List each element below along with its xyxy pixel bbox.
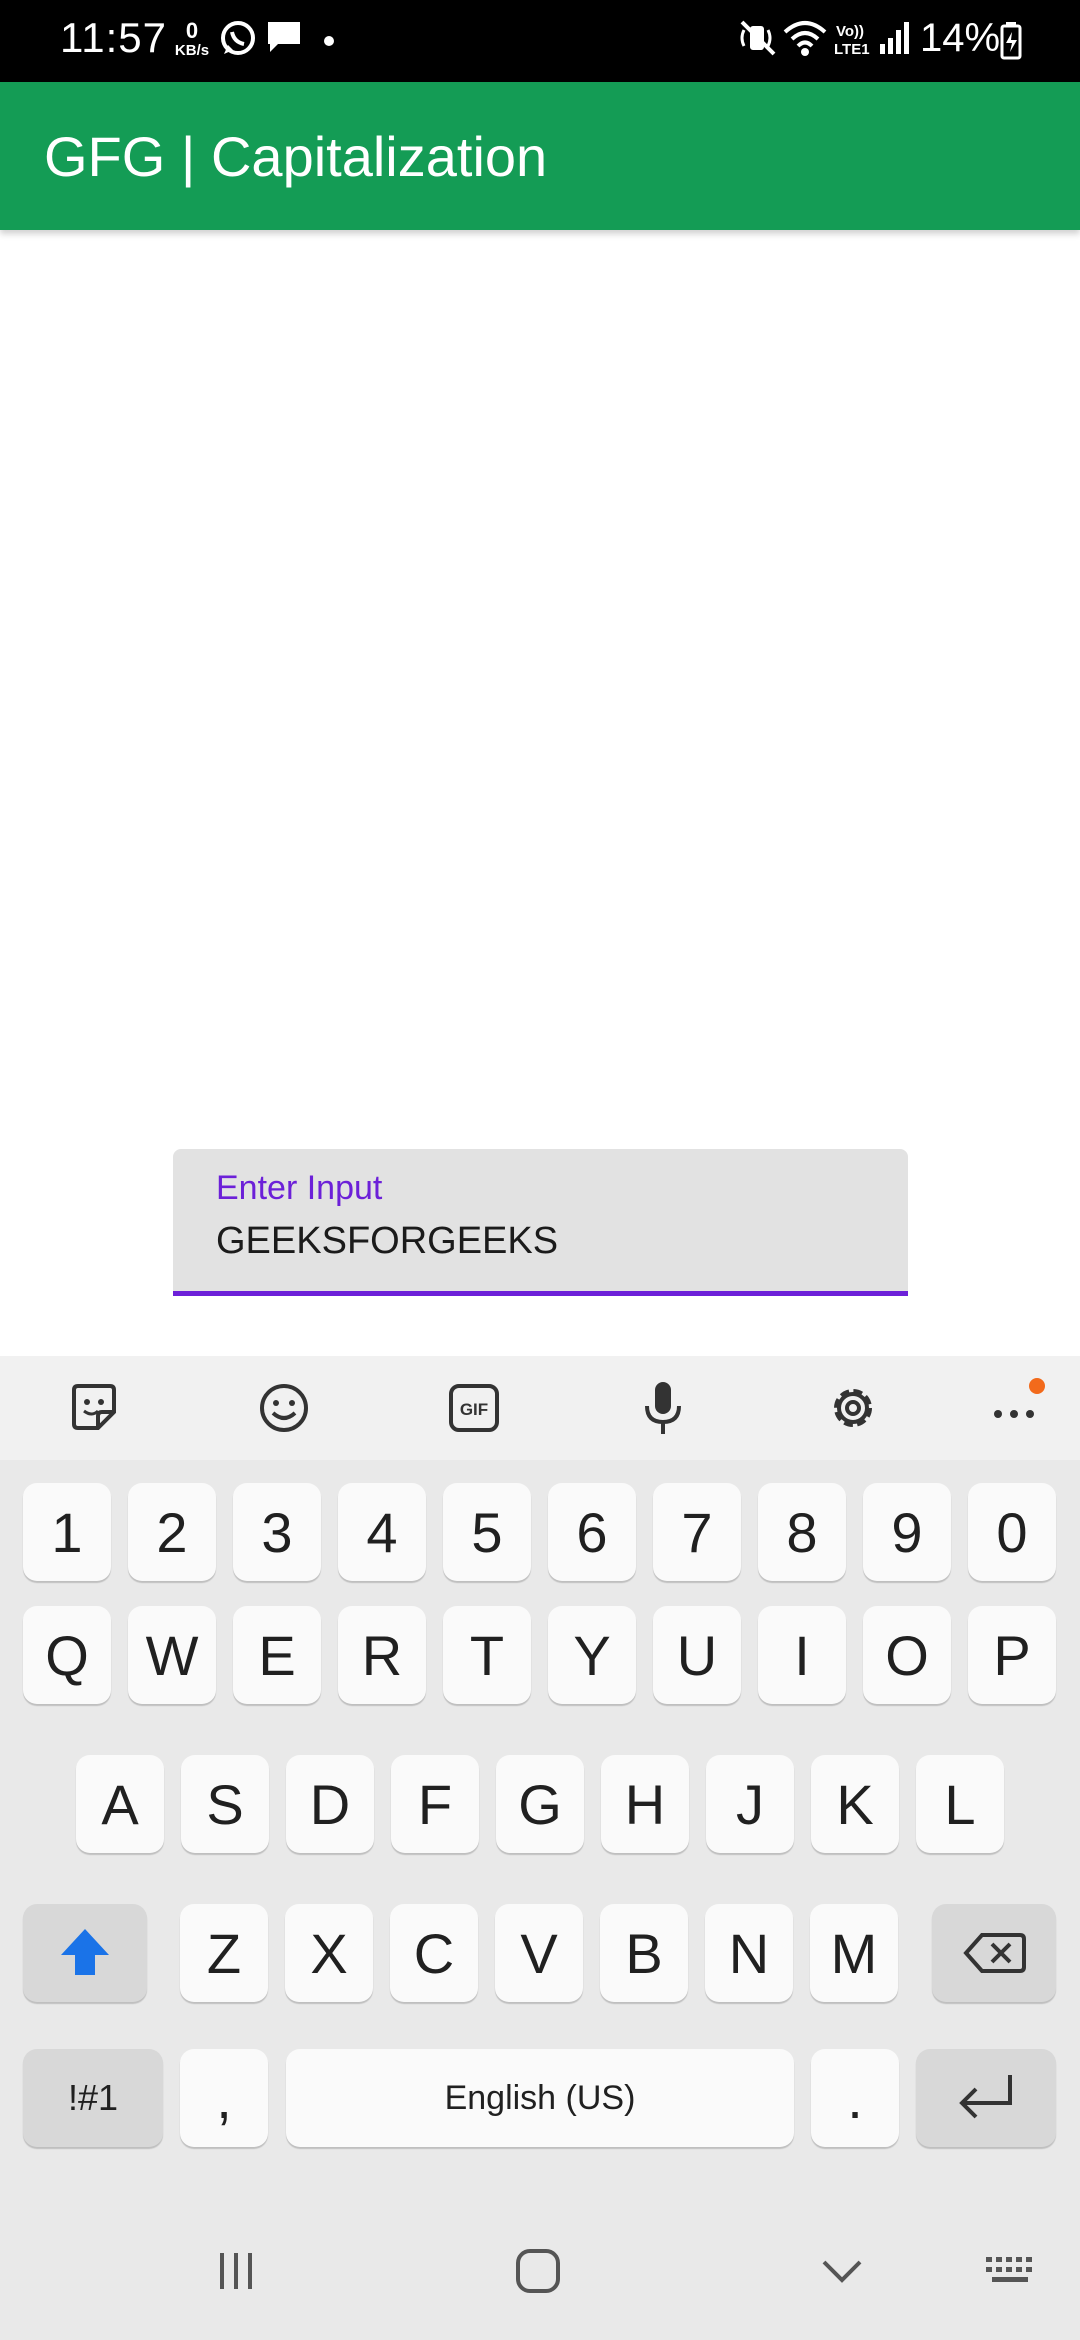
net-speed-unit: KB/s: [174, 42, 210, 59]
row1-key-p[interactable]: P: [968, 1606, 1056, 1704]
symbols-key[interactable]: !#1: [23, 2049, 163, 2147]
space-key[interactable]: English (US): [286, 2049, 794, 2147]
app-title: GFG | Capitalization: [44, 125, 548, 188]
home-icon[interactable]: [498, 2236, 578, 2306]
row2-key-j[interactable]: J: [706, 1755, 794, 1853]
input-value[interactable]: GEEKSFORGEEKS: [216, 1220, 558, 1263]
row2-key-d[interactable]: D: [286, 1755, 374, 1853]
signal-icon: [878, 18, 912, 63]
row3-key-b[interactable]: B: [600, 1904, 688, 2002]
row1-key-q[interactable]: Q: [23, 1606, 111, 1704]
shift-key[interactable]: [23, 1904, 147, 2002]
row1-key-t[interactable]: T: [443, 1606, 531, 1704]
number_row-key-8[interactable]: 8: [758, 1483, 846, 1581]
battery-percent: 14%: [920, 16, 1001, 60]
back-icon[interactable]: [802, 2236, 882, 2306]
row2-key-g[interactable]: G: [496, 1755, 584, 1853]
svg-text:LTE1: LTE1: [834, 41, 870, 58]
settings-icon[interactable]: [825, 1380, 881, 1436]
recents-icon[interactable]: [196, 2236, 276, 2306]
row2-key-k[interactable]: K: [811, 1755, 899, 1853]
row2-key-h[interactable]: H: [601, 1755, 689, 1853]
row2-key-l[interactable]: L: [916, 1755, 1004, 1853]
number_row-key-7[interactable]: 7: [653, 1483, 741, 1581]
status-time: 11:57: [60, 14, 167, 61]
mic-icon[interactable]: [635, 1380, 691, 1436]
row1-key-e[interactable]: E: [233, 1606, 321, 1704]
row3-key-x[interactable]: X: [285, 1904, 373, 2002]
comma-key[interactable]: ,: [180, 2049, 268, 2147]
period-key[interactable]: .: [811, 2049, 899, 2147]
row2-key-s[interactable]: S: [181, 1755, 269, 1853]
number_row-key-1[interactable]: 1: [23, 1483, 111, 1581]
row1-key-i[interactable]: I: [758, 1606, 846, 1704]
number_row-key-4[interactable]: 4: [338, 1483, 426, 1581]
row1-key-r[interactable]: R: [338, 1606, 426, 1704]
row3-key-n[interactable]: N: [705, 1904, 793, 2002]
number_row-key-0[interactable]: 0: [968, 1483, 1056, 1581]
emoji-icon[interactable]: [256, 1380, 312, 1436]
svg-text:GIF: GIF: [460, 1400, 488, 1419]
mute-icon: [738, 18, 778, 63]
keyboard-toolbar: GIF: [0, 1356, 1080, 1460]
row3-key-z[interactable]: Z: [180, 1904, 268, 2002]
number_row-key-9[interactable]: 9: [863, 1483, 951, 1581]
row2-key-f[interactable]: F: [391, 1755, 479, 1853]
number_row-key-6[interactable]: 6: [548, 1483, 636, 1581]
row3-key-c[interactable]: C: [390, 1904, 478, 2002]
navigation-bar: [0, 2200, 1080, 2340]
dot-icon: [323, 34, 335, 52]
battery-charging-icon: [1000, 22, 1022, 65]
whatsapp-icon: [218, 18, 258, 63]
net-speed: 0 KB/s: [172, 20, 212, 60]
row2-key-a[interactable]: A: [76, 1755, 164, 1853]
row1-key-w[interactable]: W: [128, 1606, 216, 1704]
row3-key-m[interactable]: M: [810, 1904, 898, 2002]
gif-icon[interactable]: GIF: [446, 1380, 502, 1436]
enter-key[interactable]: [916, 2049, 1056, 2147]
backspace-key[interactable]: [932, 1904, 1056, 2002]
number_row-key-5[interactable]: 5: [443, 1483, 531, 1581]
app-bar: GFG | Capitalization: [0, 82, 1080, 230]
volte-icon: Vo)) LTE1: [832, 20, 876, 65]
net-speed-value: 0: [185, 18, 199, 43]
sticker-icon[interactable]: [66, 1380, 122, 1436]
number_row-key-3[interactable]: 3: [233, 1483, 321, 1581]
notification-dot: [1029, 1378, 1045, 1394]
keyboard-switch-icon[interactable]: [970, 2236, 1050, 2306]
svg-text:Vo)): Vo)): [836, 23, 864, 40]
keyboard: GIF 1234567890 QWERTYUIOP ASDFGHJKL ZXCV…: [0, 1356, 1080, 2340]
screen: { "status_bar": { "time": "11:57", "net_…: [0, 0, 1080, 2340]
wifi-icon: [782, 18, 828, 63]
input-field[interactable]: Enter Input GEEKSFORGEEKS: [173, 1149, 908, 1296]
row3-key-v[interactable]: V: [495, 1904, 583, 2002]
row1-key-o[interactable]: O: [863, 1606, 951, 1704]
status-bar: 11:57 0 KB/s Vo)) LTE1 14%: [0, 0, 1080, 82]
row1-key-u[interactable]: U: [653, 1606, 741, 1704]
input-label: Enter Input: [216, 1169, 383, 1207]
message-icon: [265, 18, 303, 61]
number_row-key-2[interactable]: 2: [128, 1483, 216, 1581]
input-underline: [173, 1291, 908, 1296]
row1-key-y[interactable]: Y: [548, 1606, 636, 1704]
